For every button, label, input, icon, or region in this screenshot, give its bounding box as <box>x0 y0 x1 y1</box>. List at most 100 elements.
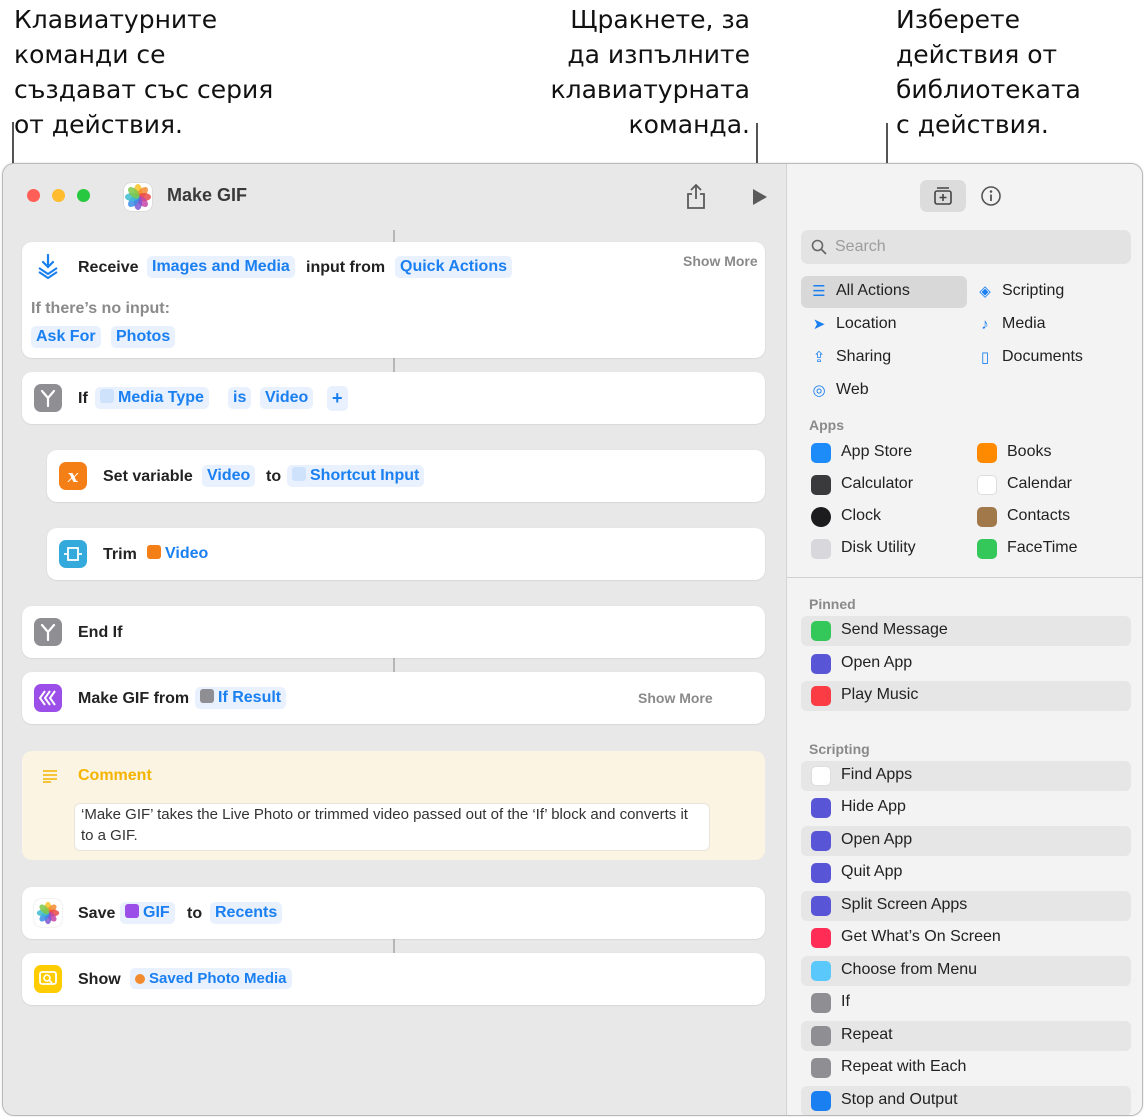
receive-show-more-button[interactable]: Show More <box>683 253 758 269</box>
app-calculator[interactable]: Calculator <box>801 470 967 500</box>
action-repeat[interactable]: Repeat <box>801 1021 1131 1051</box>
app-app-store[interactable]: App Store <box>801 438 967 468</box>
app-disk-utility[interactable]: Disk Utility <box>801 534 967 564</box>
gif-token[interactable]: GIF <box>120 902 175 924</box>
if-branch-icon <box>200 689 214 703</box>
media-type-text: Media Type <box>118 389 204 406</box>
action-library-button[interactable] <box>920 180 966 212</box>
repeat-icon <box>811 1026 831 1046</box>
find-apps-icon <box>811 766 831 786</box>
category-media[interactable]: ♪ Media <box>967 309 1127 341</box>
category-all-actions[interactable]: ☰ All Actions <box>801 276 967 308</box>
make-gif-label: Make GIF from <box>78 690 190 707</box>
calculator-icon <box>811 475 831 495</box>
category-web[interactable]: ◎ Web <box>801 375 967 407</box>
trim-video-icon <box>59 540 87 568</box>
action-split-screen-apps[interactable]: Split Screen Apps <box>801 891 1131 921</box>
action-library-icon <box>934 187 952 205</box>
add-condition-button[interactable]: + <box>327 386 348 411</box>
callout-action-library: Изберете действия от библиотеката с дейс… <box>896 5 1081 139</box>
show-label: Show <box>78 971 121 988</box>
photos-icon <box>34 899 62 927</box>
make-gif-action-card[interactable]: Make GIF from If Result Show More <box>22 672 765 724</box>
if-action-card[interactable]: If Media Type is Video + <box>22 372 765 424</box>
trim-video-token[interactable]: Video <box>142 543 213 565</box>
app-store-icon <box>811 443 831 463</box>
category-scripting[interactable]: ◈ Scripting <box>967 276 1127 308</box>
variable-icon <box>292 467 306 481</box>
make-gif-show-more-button[interactable]: Show More <box>638 690 713 706</box>
share-icon[interactable] <box>685 182 707 215</box>
close-window-button[interactable] <box>27 189 40 202</box>
action-get-whats-on-screen[interactable]: Get What’s On Screen <box>801 923 1131 953</box>
callout-run-shortcut: Щракнете, за да изпълните клавиатурната … <box>550 5 750 139</box>
media-type-token[interactable]: Media Type <box>95 387 209 409</box>
action-library-sidebar: Search ☰ All Actions ◈ Scripting ➤ Location… <box>786 164 1142 1115</box>
split-screen-icon <box>811 896 831 916</box>
input-type-token[interactable]: Images and Media <box>147 256 295 278</box>
if-branch-icon <box>811 993 831 1013</box>
shortcut-input-token[interactable]: Shortcut Input <box>287 465 425 487</box>
quick-look-icon <box>34 965 62 993</box>
trim-action-card[interactable]: Trim Video <box>47 528 765 580</box>
action-quit-app[interactable]: Quit App <box>801 858 1131 888</box>
saved-photo-media-token[interactable]: Saved Photo Media <box>130 968 292 989</box>
app-clock[interactable]: Clock <box>801 502 967 532</box>
category-sharing[interactable]: ⇪ Sharing <box>801 342 967 374</box>
category-location[interactable]: ➤ Location <box>801 309 967 341</box>
save-action-card[interactable]: Save GIF to Recents <box>22 887 765 939</box>
ask-for-token[interactable]: Ask For <box>31 326 101 348</box>
flow-connector <box>393 658 395 672</box>
app-contacts[interactable]: Contacts <box>967 502 1127 532</box>
list-icon: ☰ <box>812 283 826 300</box>
app-calendar[interactable]: Calendar <box>967 470 1127 500</box>
action-stop-and-output[interactable]: Stop and Output <box>801 1086 1131 1115</box>
info-button[interactable] <box>980 185 1002 212</box>
video-value-token[interactable]: Video <box>260 387 314 409</box>
photos-app-icon <box>124 183 152 211</box>
action-open-app[interactable]: Open App <box>801 826 1131 856</box>
comment-text[interactable]: ‘Make GIF’ takes the Live Photo or trimm… <box>74 803 710 851</box>
facetime-icon <box>977 539 997 559</box>
action-if[interactable]: If <box>801 988 1131 1018</box>
app-books[interactable]: Books <box>967 438 1127 468</box>
trim-label: Trim <box>103 546 137 563</box>
set-variable-action-card[interactable]: x Set variable Video to Shortcut Input <box>47 450 765 502</box>
is-operator-token[interactable]: is <box>228 387 252 409</box>
action-search-field[interactable]: Search <box>801 230 1131 264</box>
hide-app-icon <box>811 798 831 818</box>
scripting-section-header: Scripting <box>809 741 870 757</box>
recents-token[interactable]: Recents <box>210 902 283 924</box>
pinned-play-music[interactable]: Play Music <box>801 681 1131 711</box>
clock-icon <box>811 507 831 527</box>
minimize-window-button[interactable] <box>52 189 65 202</box>
input-source-token[interactable]: Quick Actions <box>395 256 512 278</box>
if-branch-icon <box>34 384 62 412</box>
variable-name-token[interactable]: Video <box>202 465 256 487</box>
pinned-open-app[interactable]: Open App <box>801 649 1131 679</box>
info-icon <box>981 186 1001 206</box>
sidebar-divider <box>787 577 1142 578</box>
app-facetime[interactable]: FaceTime <box>967 534 1127 564</box>
if-result-text: If Result <box>218 689 282 706</box>
comment-card[interactable]: Comment ‘Make GIF’ takes the Live Photo … <box>22 751 765 860</box>
action-choose-from-menu[interactable]: Choose from Menu <box>801 956 1131 986</box>
run-shortcut-play-icon[interactable] <box>751 188 769 211</box>
photos-token[interactable]: Photos <box>111 326 176 348</box>
compass-icon: ◎ <box>812 382 826 399</box>
action-hide-app[interactable]: Hide App <box>801 793 1131 823</box>
if-result-token[interactable]: If Result <box>195 687 287 709</box>
category-documents[interactable]: ▯ Documents <box>967 342 1127 374</box>
action-repeat-with-each[interactable]: Repeat with Each <box>801 1053 1131 1083</box>
pinned-send-message[interactable]: Send Message <box>801 616 1131 646</box>
make-gif-icon <box>125 904 139 918</box>
save-label: Save <box>78 905 116 922</box>
music-note-icon: ♪ <box>981 316 989 333</box>
end-if-label: End If <box>78 624 123 641</box>
show-action-card[interactable]: Show Saved Photo Media <box>22 953 765 1005</box>
zoom-window-button[interactable] <box>77 189 90 202</box>
action-find-apps[interactable]: Find Apps <box>801 761 1131 791</box>
variable-icon <box>100 389 114 403</box>
end-if-action-card[interactable]: End If <box>22 606 765 658</box>
receive-action-card[interactable]: Receive Images and Media input from Quic… <box>22 242 765 358</box>
